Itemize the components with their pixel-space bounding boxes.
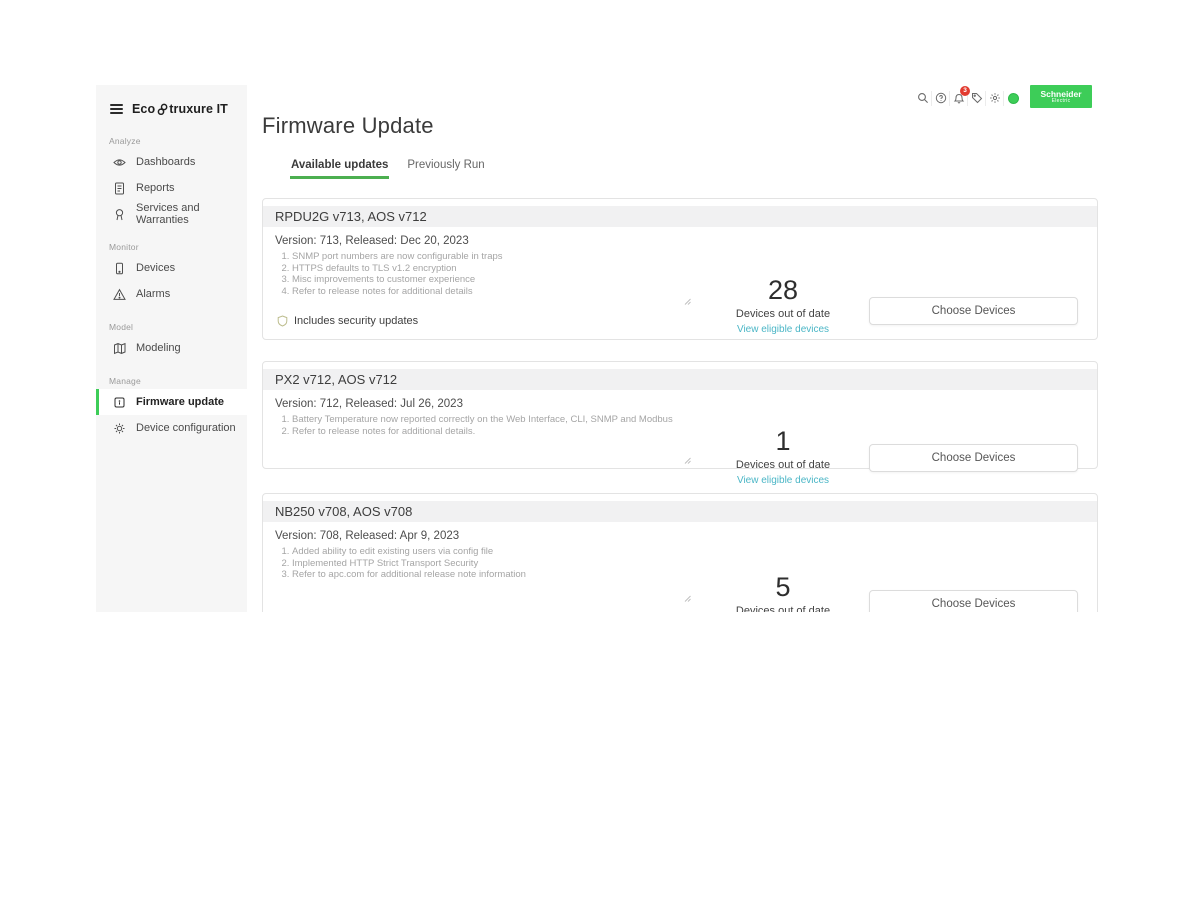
dashboards-icon [113, 156, 126, 169]
settings-gear-icon[interactable] [986, 91, 1004, 106]
sidebar-item-devices[interactable]: Devices [96, 255, 247, 281]
resize-handle-icon[interactable] [683, 292, 691, 310]
sidebar-section-manage: Manage [109, 376, 247, 386]
release-note-item: Misc improvements to customer experience [292, 274, 687, 286]
device-configuration-icon [113, 422, 126, 435]
topbar: 3 [914, 88, 1022, 108]
firmware-card-px2: PX2 v712, AOS v712 Version: 712, Release… [262, 361, 1098, 469]
release-notes-list: Battery Temperature now reported correct… [275, 414, 687, 437]
notifications-bell-icon[interactable]: 3 [950, 91, 968, 106]
sidebar-item-label: Device configuration [136, 422, 236, 434]
tab-previously-run[interactable]: Previously Run [406, 159, 485, 179]
sidebar-section-analyze: Analyze [109, 136, 247, 146]
version-line: Version: 712, Released: Jul 26, 2023 [275, 398, 1085, 410]
release-note-item: Battery Temperature now reported correct… [292, 414, 687, 426]
sidebar-item-label: Devices [136, 262, 175, 274]
card-body: Version: 713, Released: Dec 20, 2023 SNM… [263, 227, 1097, 327]
release-note-item: Added ability to edit existing users via… [292, 546, 687, 558]
resize-handle-icon[interactable] [683, 589, 691, 607]
resize-handle-icon[interactable] [683, 451, 691, 469]
release-notes-box: SNMP port numbers are now configurable i… [275, 251, 687, 313]
user-status-icon[interactable] [1004, 91, 1022, 106]
menu-hamburger-icon[interactable] [110, 104, 123, 114]
firmware-card-nb250: NB250 v708, AOS v708 Version: 708, Relea… [262, 493, 1098, 612]
sidebar-item-label: Alarms [136, 288, 170, 300]
release-note-item: Refer to release notes for additional de… [292, 286, 687, 298]
user-avatar [1008, 93, 1019, 104]
choose-devices-button[interactable]: Choose Devices [869, 444, 1078, 472]
firmware-card-rpdu2g: RPDU2G v713, AOS v712 Version: 713, Rele… [262, 198, 1098, 340]
search-icon[interactable] [914, 91, 932, 106]
release-note-item: Refer to apc.com for additional release … [292, 569, 687, 581]
release-note-item: Refer to release notes for additional de… [292, 426, 687, 438]
release-notes-box: Battery Temperature now reported correct… [275, 414, 687, 472]
ecostruxure-logo: Eco truxure IT [132, 102, 228, 116]
help-icon[interactable] [932, 91, 950, 106]
sidebar-item-reports[interactable]: Reports [96, 175, 247, 201]
devices-out-of-date-label: Devices out of date [718, 459, 848, 471]
sidebar-section-monitor: Monitor [109, 242, 247, 252]
sidebar-item-label: Firmware update [136, 396, 224, 408]
device-count-block: 5 Devices out of date View eligible devi… [718, 572, 848, 612]
security-updates-label: Includes security updates [294, 315, 418, 327]
warranty-ribbon-icon [113, 208, 126, 221]
devices-icon [113, 262, 126, 275]
card-title: RPDU2G v713, AOS v712 [263, 206, 1097, 227]
firmware-update-icon [113, 396, 126, 409]
logo-text-prefix: Eco [132, 102, 155, 116]
sidebar-item-modeling[interactable]: Modeling [96, 335, 247, 361]
card-body: Version: 708, Released: Apr 9, 2023 Adde… [263, 522, 1097, 610]
release-notes-box: Added ability to edit existing users via… [275, 546, 687, 610]
page-title: Firmware Update [262, 113, 434, 139]
sidebar-item-alarms[interactable]: Alarms [96, 281, 247, 307]
schneider-electric-logo[interactable]: Schneider Electric [1030, 85, 1092, 108]
release-note-item: HTTPS defaults to TLS v1.2 encryption [292, 263, 687, 275]
devices-out-of-date-count: 5 [718, 572, 848, 602]
tag-icon[interactable] [968, 91, 986, 106]
card-title: NB250 v708, AOS v708 [263, 501, 1097, 522]
release-notes-list: Added ability to edit existing users via… [275, 546, 687, 581]
sidebar-item-label: Reports [136, 182, 175, 194]
sidebar-item-device-configuration[interactable]: Device configuration [96, 415, 247, 441]
view-eligible-devices-link[interactable]: View eligible devices [718, 324, 848, 335]
security-shield-icon [277, 315, 288, 327]
sidebar-item-label: Services and Warranties [136, 202, 247, 226]
sidebar: Eco truxure IT Analyze Dashboards Report… [96, 85, 247, 612]
card-title: PX2 v712, AOS v712 [263, 369, 1097, 390]
release-note-item: Implemented HTTP Strict Transport Securi… [292, 558, 687, 570]
logo-text-suffix: truxure IT [169, 102, 228, 116]
device-count-block: 1 Devices out of date View eligible devi… [718, 426, 848, 486]
app-window: Eco truxure IT Analyze Dashboards Report… [96, 85, 1104, 612]
tab-bar: Available updates Previously Run [290, 159, 486, 179]
alarm-warning-icon [113, 288, 126, 301]
sidebar-item-dashboards[interactable]: Dashboards [96, 149, 247, 175]
reports-icon [113, 182, 126, 195]
sidebar-item-label: Dashboards [136, 156, 195, 168]
view-eligible-devices-link[interactable]: View eligible devices [718, 475, 848, 486]
devices-out-of-date-label: Devices out of date [718, 605, 848, 612]
release-notes-list: SNMP port numbers are now configurable i… [275, 251, 687, 297]
choose-devices-button[interactable]: Choose Devices [869, 590, 1078, 612]
sidebar-item-firmware-update[interactable]: Firmware update [96, 389, 247, 415]
modeling-map-icon [113, 342, 126, 355]
release-note-item: SNMP port numbers are now configurable i… [292, 251, 687, 263]
devices-out-of-date-label: Devices out of date [718, 308, 848, 320]
device-count-block: 28 Devices out of date View eligible dev… [718, 275, 848, 335]
version-line: Version: 708, Released: Apr 9, 2023 [275, 530, 1085, 542]
sidebar-section-model: Model [109, 322, 247, 332]
devices-out-of-date-count: 1 [718, 426, 848, 456]
schneider-logo-line2: Electric [1052, 99, 1071, 104]
devices-out-of-date-count: 28 [718, 275, 848, 305]
ecostruxure-s-glyph-icon [156, 103, 169, 116]
tab-available-updates[interactable]: Available updates [290, 159, 389, 179]
sidebar-header: Eco truxure IT [96, 85, 247, 121]
sidebar-item-services-warranties[interactable]: Services and Warranties [96, 201, 247, 227]
version-line: Version: 713, Released: Dec 20, 2023 [275, 235, 1085, 247]
sidebar-item-label: Modeling [136, 342, 181, 354]
card-body: Version: 712, Released: Jul 26, 2023 Bat… [263, 390, 1097, 472]
choose-devices-button[interactable]: Choose Devices [869, 297, 1078, 325]
